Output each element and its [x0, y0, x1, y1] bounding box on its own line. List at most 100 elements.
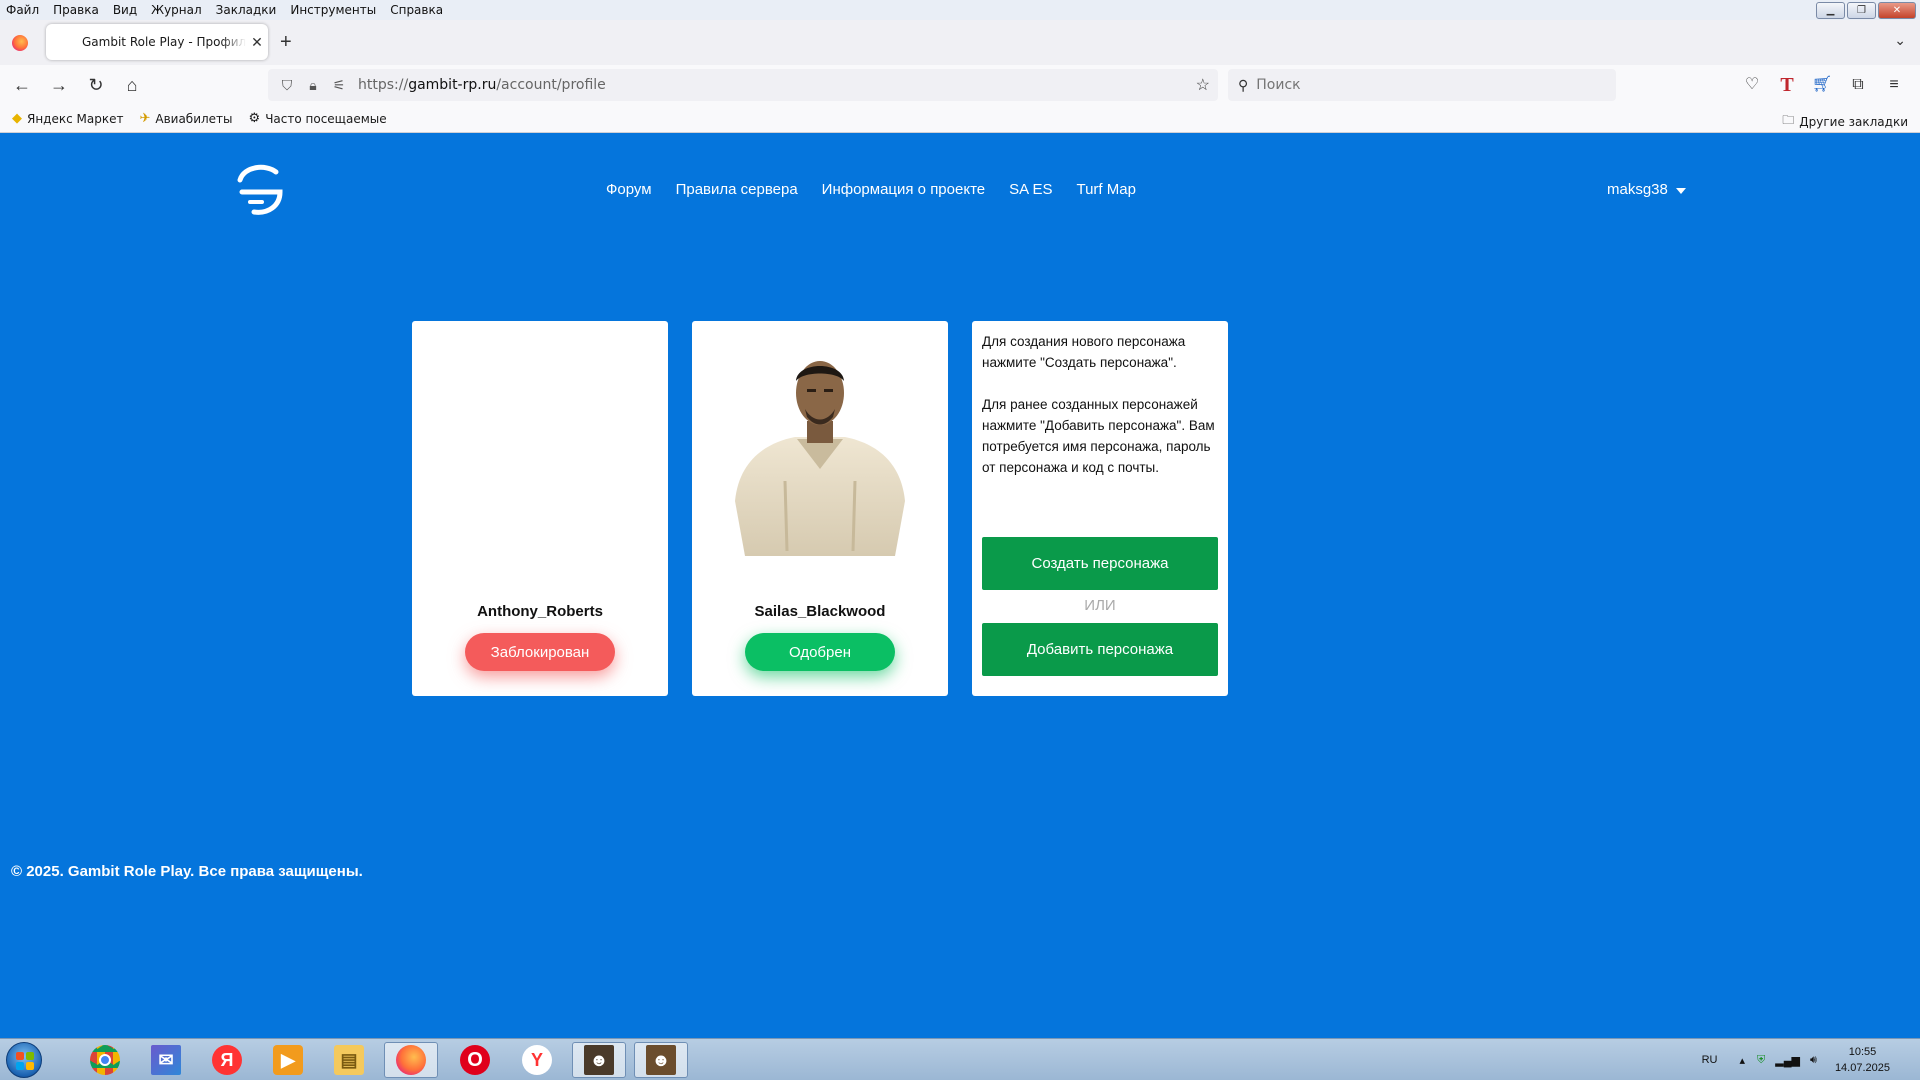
bookmark-most-visited[interactable]: ⚙ Часто посещаемые [249, 111, 387, 126]
menu-file[interactable]: Файл [0, 3, 46, 17]
add-character-button[interactable]: Добавить персонажа [982, 623, 1218, 676]
language-indicator[interactable]: RU [1702, 1054, 1718, 1066]
home-icon[interactable]: ⌂ [120, 73, 144, 97]
caret-down-icon [1675, 188, 1686, 194]
create-character-button[interactable]: Создать персонажа [982, 537, 1218, 590]
clock-time: 10:55 [1848, 1046, 1877, 1058]
taskbar-chrome[interactable] [78, 1042, 132, 1078]
username: maksg38 [1607, 181, 1668, 198]
menu-icon[interactable]: ≡ [1882, 73, 1906, 97]
taskbar-firefox[interactable] [384, 1042, 438, 1078]
restore-button[interactable]: ❐ [1847, 2, 1876, 19]
instructions-add: Для ранее созданных персонажей нажмите "… [982, 397, 1215, 475]
character-name: Sailas_Blackwood [754, 603, 886, 620]
search-input[interactable] [1256, 77, 1557, 93]
firefox-view-icon[interactable] [12, 35, 28, 51]
taskbar-explorer[interactable]: ▤ [322, 1042, 376, 1078]
menu-bookmarks[interactable]: Закладки [209, 3, 284, 17]
menu-edit[interactable]: Правка [46, 3, 106, 17]
yandex-browser-icon: Y [522, 1045, 552, 1075]
nav-server-rules[interactable]: Правила сервера [676, 181, 798, 198]
page-content: Форум Правила сервера Информация о проек… [0, 134, 1920, 1038]
character-avatar [735, 361, 905, 556]
extensions-icon[interactable]: ⧉ [1846, 73, 1870, 97]
nav-sa-es[interactable]: SA ES [1009, 181, 1052, 198]
menu-tools[interactable]: Инструменты [283, 3, 383, 17]
start-button[interactable] [6, 1042, 42, 1078]
menu-help[interactable]: Справка [383, 3, 450, 17]
bookmark-label: Яндекс Маркет [27, 111, 124, 126]
folder-icon: ▤ [334, 1045, 364, 1075]
new-tab-icon[interactable]: + [280, 32, 292, 52]
star-icon[interactable]: ☆ [1196, 75, 1210, 95]
network-icon[interactable]: ▂▄▆ [1775, 1054, 1800, 1067]
bookmarks-toolbar: ◆ Яндекс Маркет ✈ Авиабилеты ⚙ Часто пос… [0, 105, 1920, 133]
clock[interactable]: 10:55 14.07.2025 [1835, 1044, 1890, 1076]
clock-date: 14.07.2025 [1834, 1062, 1890, 1074]
status-badge-approved[interactable]: Одобрен [745, 633, 895, 671]
site-logo[interactable] [232, 162, 288, 218]
lock-icon[interactable]: 🔒︎ [300, 77, 326, 94]
bookmark-label: Часто посещаемые [265, 111, 387, 126]
menu-history[interactable]: Журнал [144, 3, 209, 17]
character-name: Anthony_Roberts [477, 603, 603, 620]
pocket-icon[interactable]: ♡ [1740, 73, 1764, 97]
tab-title: Gambit Role Play - Профиль UCP [82, 35, 246, 49]
tray-expand-icon[interactable]: ▴ [1740, 1054, 1746, 1067]
chevron-down-icon[interactable]: ⌄ [1894, 32, 1906, 49]
character-card[interactable]: Sailas_Blackwood Одобрен [692, 321, 948, 696]
address-bar[interactable]: ⛉ 🔒︎ ⚟ https://gambit-rp.ru/account/prof… [268, 69, 1218, 101]
opera-icon: O [460, 1045, 490, 1075]
taskbar-yandex[interactable]: Я [200, 1042, 254, 1078]
firefox-icon [396, 1045, 426, 1075]
search-bar[interactable]: ⚲ [1228, 69, 1616, 101]
menubar: Файл Правка Вид Журнал Закладки Инструме… [0, 0, 1920, 20]
taskbar-opera[interactable]: O [448, 1042, 502, 1078]
taskbar-yandex-browser[interactable]: Y [510, 1042, 564, 1078]
reload-icon[interactable]: ↻ [84, 73, 108, 97]
yandex-icon: Я [212, 1045, 242, 1075]
character-card[interactable]: Anthony_Roberts Заблокирован [412, 321, 668, 696]
bookmark-label: Авиабилеты [155, 111, 233, 126]
status-badge-blocked[interactable]: Заблокирован [465, 633, 615, 671]
security-icon[interactable]: ⛨ [1757, 1054, 1765, 1067]
translate-extension-icon[interactable]: T [1775, 73, 1799, 97]
volume-icon[interactable]: 🔊︎ [1810, 1054, 1817, 1067]
search-icon: ⚲ [1238, 76, 1249, 93]
taskbar: ✉ Я ▶ ▤ O Y ☻ ☻ RU ▴ ⛨ ▂▄▆ 🔊︎ 10:55 14.0… [0, 1038, 1920, 1080]
user-menu[interactable]: maksg38 [1607, 181, 1686, 198]
bookmark-avia[interactable]: ✈ Авиабилеты [139, 111, 232, 126]
menu-view[interactable]: Вид [106, 3, 144, 17]
instructions-create: Для создания нового персонажа нажмите "С… [982, 334, 1186, 370]
taskbar-media[interactable]: ▶ [261, 1042, 315, 1078]
envelope-icon: ✉ [151, 1045, 181, 1075]
taskbar-mail[interactable]: ✉ [139, 1042, 193, 1078]
gear-icon: ⚙ [248, 111, 261, 126]
yandex-market-icon: ◆ [12, 111, 22, 126]
back-icon[interactable]: ← [10, 73, 34, 97]
forward-icon[interactable]: → [47, 73, 71, 97]
minimize-button[interactable]: ▁ [1816, 2, 1845, 19]
bookmark-label: Другие закладки [1799, 114, 1908, 129]
url-text[interactable]: https://gambit-rp.ru/account/profile [358, 77, 606, 93]
tab-active[interactable]: Gambit Role Play - Профиль UCP ✕ [46, 24, 268, 60]
nav-forum[interactable]: Форум [606, 181, 652, 198]
game-icon: ☻ [646, 1045, 676, 1075]
taskbar-game2[interactable]: ☻ [634, 1042, 688, 1078]
system-tray: RU ▴ ⛨ ▂▄▆ 🔊︎ 10:55 14.07.2025 [1702, 1039, 1920, 1080]
bookmark-yandex-market[interactable]: ◆ Яндекс Маркет [12, 111, 123, 126]
shield-icon[interactable]: ⛉ [274, 77, 300, 94]
other-bookmarks[interactable]: 🗀 Другие закладки [1782, 111, 1908, 132]
taskbar-game1[interactable]: ☻ [572, 1042, 626, 1078]
permissions-icon[interactable]: ⚟ [326, 77, 352, 94]
nav-project-info[interactable]: Информация о проекте [822, 181, 985, 198]
nav-turf-map[interactable]: Turf Map [1076, 181, 1135, 198]
tab-strip: Gambit Role Play - Профиль UCP ✕ + ⌄ [0, 20, 1920, 65]
folder-icon: 🗀 [1782, 113, 1795, 127]
or-divider: ИЛИ [1084, 597, 1116, 614]
cart-icon[interactable]: 🛒︎ [1810, 73, 1834, 97]
close-window-button[interactable]: ✕ [1878, 2, 1916, 19]
footer-copyright: © 2025. Gambit Role Play. Все права защи… [11, 863, 363, 880]
close-tab-icon[interactable]: ✕ [246, 34, 268, 51]
media-player-icon: ▶ [273, 1045, 303, 1075]
